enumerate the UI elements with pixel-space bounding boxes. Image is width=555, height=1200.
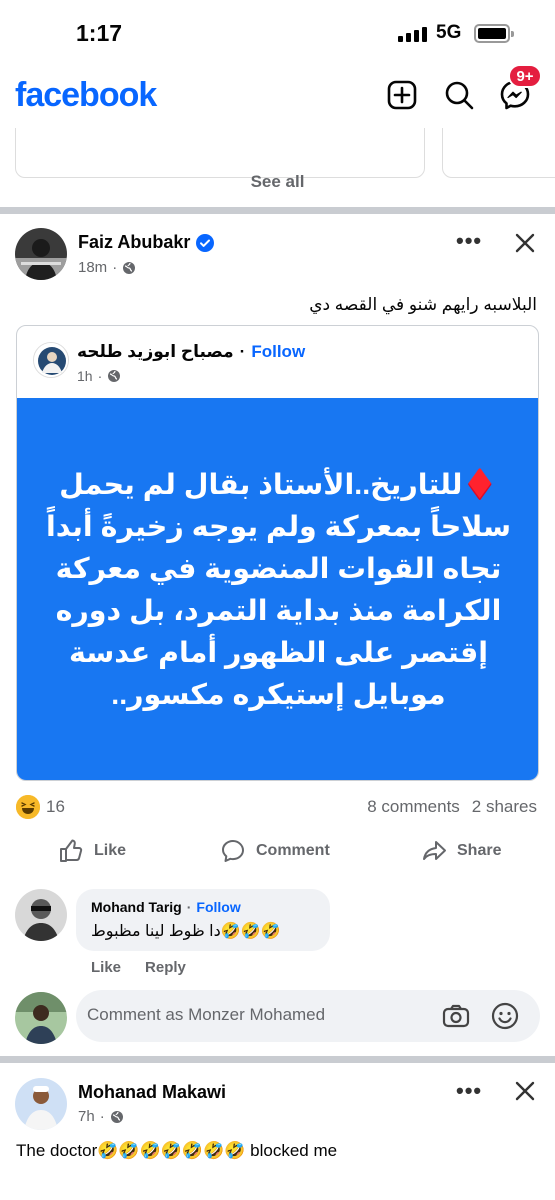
comment-input[interactable]: Comment as Monzer Mohamed <box>76 990 540 1042</box>
more-options-icon[interactable]: ••• <box>456 1078 482 1104</box>
status-bar: 1:17 5G <box>0 0 555 64</box>
engagement-counts: 8 comments 2 shares <box>367 797 537 817</box>
create-post-icon[interactable] <box>385 78 419 112</box>
page-name[interactable]: مصباح ابوزيد طلحه <box>77 342 234 362</box>
close-icon[interactable] <box>514 1080 536 1102</box>
network-label: 5G <box>436 22 462 43</box>
follow-page-button[interactable]: Follow <box>251 342 305 362</box>
comment-bubble[interactable]: Mohand Tarig · Follow دا ظوط لينا مظبوط🤣… <box>76 889 330 951</box>
facebook-logo[interactable]: facebook <box>15 76 157 115</box>
haha-reaction-icon <box>16 795 40 819</box>
comment-like-button[interactable]: Like <box>91 959 121 976</box>
see-all-link[interactable]: See all <box>0 172 555 192</box>
shared-post-header: مصباح ابوزيد طلحه · Follow 1h · <box>17 326 538 398</box>
messenger-badge: 9+ <box>508 64 542 88</box>
comment-reply-button[interactable]: Reply <box>145 959 186 976</box>
shared-post-body: ♦️للتاريخ..الأستاذ بقال لم يحمل سلاحاً ب… <box>46 469 511 711</box>
share-label: Share <box>457 842 502 859</box>
suggestion-card[interactable] <box>15 128 425 178</box>
comment-author-row: Mohand Tarig · Follow <box>91 899 241 915</box>
shared-post-meta: 1h · <box>77 368 121 384</box>
verified-icon <box>196 233 215 252</box>
suggestion-card[interactable] <box>442 128 555 178</box>
camera-icon[interactable] <box>441 1001 471 1031</box>
globe-icon <box>123 261 136 274</box>
search-icon[interactable] <box>442 78 476 112</box>
like-label: Like <box>94 842 127 859</box>
separator-dot: · <box>239 342 246 361</box>
post-text: The doctor🤣🤣🤣🤣🤣🤣🤣 blocked me <box>16 1141 338 1160</box>
post-time[interactable]: 18m <box>78 259 107 276</box>
comment-label: Comment <box>256 842 330 859</box>
like-button[interactable]: Like <box>58 838 126 864</box>
shared-post-time[interactable]: 1h <box>77 368 93 384</box>
page-name-row: مصباح ابوزيد طلحه · Follow <box>77 342 305 362</box>
feed-divider <box>0 1056 555 1063</box>
shared-post[interactable]: مصباح ابوزيد طلحه · Follow 1h · ♦️للتاريخ… <box>16 325 539 781</box>
comment-input-placeholder: Comment as Monzer Mohamed <box>87 1005 326 1024</box>
comment-icon <box>222 840 244 862</box>
suggestions-strip: See all <box>0 128 555 210</box>
signal-icon <box>398 26 427 42</box>
post-text: البلاسبه رايهم شنو في القصه دي <box>309 295 537 314</box>
post-actions: Like Comment Share <box>0 838 555 868</box>
commenter-avatar[interactable] <box>15 889 67 941</box>
like-icon <box>60 839 83 862</box>
page-avatar[interactable] <box>33 342 69 378</box>
text-background-post[interactable]: ♦️للتاريخ..الأستاذ بقال لم يحمل سلاحاً ب… <box>17 398 538 780</box>
shares-count[interactable]: 2 shares <box>472 797 537 817</box>
author-avatar[interactable] <box>15 1078 67 1130</box>
author-name-text[interactable]: Faiz Abubakr <box>78 232 190 253</box>
globe-icon <box>108 370 121 382</box>
feed-divider <box>0 207 555 214</box>
share-icon <box>423 841 446 860</box>
comment-text: دا ظوط لينا مظبوط🤣🤣🤣 <box>91 923 281 940</box>
reaction-count: 16 <box>46 797 65 816</box>
author-name[interactable]: Mohanad Makawi <box>78 1082 226 1103</box>
status-time: 1:17 <box>76 20 123 46</box>
comment-button[interactable]: Comment <box>220 838 330 864</box>
close-icon[interactable] <box>514 232 536 254</box>
separator-dot: · <box>186 899 192 915</box>
comment-author[interactable]: Mohand Tarig <box>91 899 182 915</box>
emoji-icon[interactable] <box>490 1001 520 1031</box>
top-bar: facebook 9+ <box>0 64 555 128</box>
more-options-icon[interactable]: ••• <box>456 228 482 254</box>
reactions-summary[interactable]: 16 <box>16 795 65 819</box>
author-avatar[interactable] <box>15 228 67 280</box>
share-button[interactable]: Share <box>421 838 501 864</box>
battery-icon <box>474 24 514 43</box>
comment-actions: Like Reply <box>91 959 186 976</box>
current-user-avatar[interactable] <box>15 992 67 1044</box>
post-meta: 7h · <box>78 1108 124 1125</box>
post-time[interactable]: 7h <box>78 1108 95 1125</box>
globe-icon <box>110 1110 123 1123</box>
author-name[interactable]: Faiz Abubakr <box>78 232 215 253</box>
follow-commenter-button[interactable]: Follow <box>196 899 240 915</box>
comments-count[interactable]: 8 comments <box>367 797 460 817</box>
post-meta: 18m · <box>78 259 136 276</box>
